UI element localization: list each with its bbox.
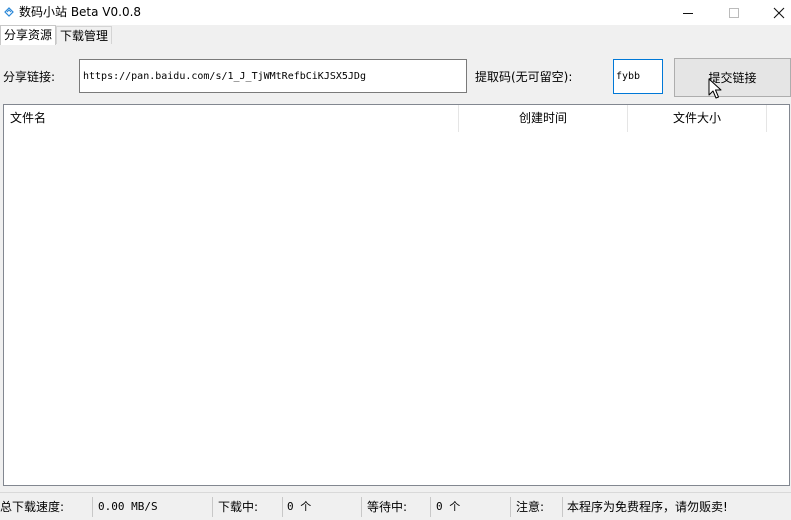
maximize-icon[interactable] <box>711 0 757 25</box>
status-divider <box>212 497 213 517</box>
status-divider <box>92 497 93 517</box>
submit-link-button[interactable]: 提交链接 <box>674 58 791 97</box>
status-divider <box>430 497 431 517</box>
total-speed-label: 总下载速度: <box>0 500 65 514</box>
column-header-filename[interactable]: 文件名 <box>4 105 459 132</box>
downloading-label: 下载中: <box>218 500 259 514</box>
window-title: 数码小站 Beta V0.0.8 <box>19 5 142 19</box>
title-bar[interactable]: 数码小站 Beta V0.0.8 <box>0 0 791 25</box>
minimize-icon[interactable] <box>665 0 711 25</box>
app-icon <box>4 7 14 17</box>
extract-code-input[interactable] <box>613 59 663 94</box>
status-divider <box>361 497 362 517</box>
status-bar: 总下载速度: 0.00 MB/S 下载中: 0 个 等待中: 0 个 注意: 本… <box>0 492 791 520</box>
close-icon[interactable] <box>756 0 791 25</box>
status-divider <box>510 497 511 517</box>
notice-label: 注意: <box>516 500 545 514</box>
file-list[interactable]: 文件名 创建时间 文件大小 <box>3 104 790 486</box>
tab-share-resources[interactable]: 分享资源 <box>0 25 57 45</box>
column-header-created-time[interactable]: 创建时间 <box>459 105 628 132</box>
share-link-label: 分享链接: <box>3 70 56 84</box>
extract-code-label: 提取码(无可留空): <box>475 70 573 84</box>
status-divider <box>282 497 283 517</box>
tab-download-manager[interactable]: 下载管理 <box>56 26 113 44</box>
status-divider <box>562 497 563 517</box>
total-speed-value: 0.00 MB/S <box>98 500 158 513</box>
mouse-cursor-icon <box>708 78 722 99</box>
notice-text: 本程序为免费程序，请勿贩卖! <box>567 500 728 514</box>
downloading-count: 0 个 <box>287 500 312 513</box>
column-header-file-size[interactable]: 文件大小 <box>628 105 767 132</box>
waiting-label: 等待中: <box>367 500 408 514</box>
waiting-count: 0 个 <box>436 500 461 513</box>
tab-strip: 分享资源 下载管理 <box>0 25 791 46</box>
column-header-filler <box>767 105 789 132</box>
share-link-input[interactable] <box>79 59 467 93</box>
